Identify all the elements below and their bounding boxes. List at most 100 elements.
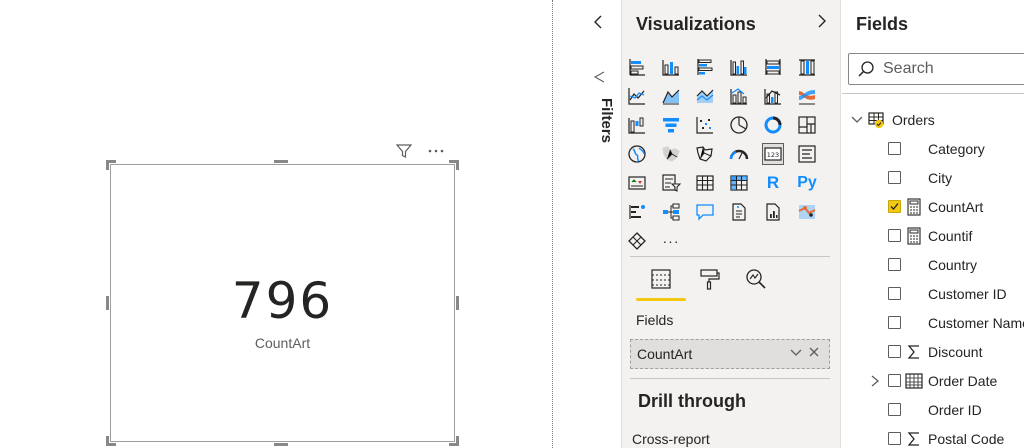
line-and-stacked-column-chart-icon[interactable] bbox=[728, 85, 750, 107]
chevron-down-icon[interactable] bbox=[850, 113, 864, 130]
resize-handle-bottom[interactable] bbox=[274, 443, 288, 446]
field-label: Country bbox=[928, 257, 978, 273]
line-and-clustered-column-chart-icon[interactable] bbox=[762, 85, 784, 107]
field-label: Customer ID bbox=[928, 286, 1007, 302]
field-well-value: CountArt bbox=[637, 346, 693, 362]
funnel-chart-icon[interactable] bbox=[660, 114, 682, 136]
qna-icon[interactable] bbox=[694, 201, 716, 223]
card-visual-type-icon[interactable]: 123 bbox=[762, 143, 784, 165]
filters-pane-collapsed[interactable]: Filters bbox=[579, 0, 619, 448]
kpi-icon[interactable] bbox=[626, 172, 648, 194]
resize-handle-bottom-right-h[interactable] bbox=[449, 443, 459, 446]
fields-well-label: Fields bbox=[636, 312, 674, 328]
field-row[interactable]: City bbox=[842, 165, 1024, 191]
field-checkbox[interactable] bbox=[888, 142, 901, 155]
field-checkbox[interactable] bbox=[888, 403, 901, 416]
field-row[interactable]: Customer ID bbox=[842, 281, 1024, 307]
filter-icon[interactable] bbox=[394, 141, 414, 161]
scatter-chart-icon[interactable] bbox=[694, 114, 716, 136]
field-checkbox[interactable] bbox=[888, 432, 901, 445]
smart-narrative-icon[interactable] bbox=[728, 201, 750, 223]
table-node-orders[interactable]: Orders bbox=[842, 107, 1024, 133]
field-checkbox[interactable] bbox=[888, 345, 901, 358]
pie-chart-icon[interactable] bbox=[728, 114, 750, 136]
field-row[interactable]: Order Date bbox=[842, 368, 1024, 394]
more-visuals-icon[interactable]: ··· bbox=[660, 230, 682, 252]
field-label: Discount bbox=[928, 344, 983, 360]
100-stacked-bar-chart-icon[interactable] bbox=[762, 56, 784, 78]
cross-report-label: Cross-report bbox=[632, 431, 710, 447]
report-canvas[interactable]: 796 CountArt bbox=[0, 0, 552, 448]
field-row[interactable]: Discount bbox=[842, 339, 1024, 365]
stacked-area-chart-icon[interactable] bbox=[694, 85, 716, 107]
field-checkbox[interactable] bbox=[888, 258, 901, 271]
field-checkbox[interactable] bbox=[888, 171, 901, 184]
filled-map-icon[interactable] bbox=[660, 143, 682, 165]
field-row[interactable]: Postal Code bbox=[842, 426, 1024, 448]
chevron-down-icon[interactable] bbox=[789, 346, 803, 363]
filters-label[interactable]: Filters bbox=[585, 98, 615, 158]
search-input[interactable]: Search bbox=[848, 53, 1024, 85]
clustered-bar-chart-icon[interactable] bbox=[694, 56, 716, 78]
field-row[interactable]: Customer Name bbox=[842, 310, 1024, 336]
stacked-column-chart-icon[interactable] bbox=[660, 56, 682, 78]
format-tab-icon[interactable] bbox=[696, 266, 722, 292]
resize-handle-top-left-v[interactable] bbox=[106, 160, 109, 170]
treemap-icon[interactable] bbox=[796, 114, 818, 136]
stacked-bar-chart-icon[interactable] bbox=[626, 56, 648, 78]
resize-handle-right[interactable] bbox=[456, 296, 459, 310]
shape-map-icon[interactable] bbox=[694, 143, 716, 165]
100-stacked-column-chart-icon[interactable] bbox=[796, 56, 818, 78]
matrix-icon[interactable] bbox=[728, 172, 750, 194]
field-row[interactable]: Countif bbox=[842, 223, 1024, 249]
decomposition-tree-icon[interactable] bbox=[660, 201, 682, 223]
fields-title: Fields bbox=[856, 14, 909, 34]
search-placeholder: Search bbox=[883, 60, 934, 77]
key-influencers-icon[interactable] bbox=[626, 201, 648, 223]
analytics-tab-icon[interactable] bbox=[743, 266, 769, 292]
map-icon[interactable] bbox=[626, 143, 648, 165]
donut-chart-icon[interactable] bbox=[762, 114, 784, 136]
calculator-icon bbox=[904, 197, 924, 217]
field-row[interactable]: Order ID bbox=[842, 397, 1024, 423]
clustered-column-chart-icon[interactable] bbox=[728, 56, 750, 78]
field-label: Customer Name bbox=[928, 315, 1024, 331]
field-checkbox[interactable] bbox=[888, 229, 901, 242]
azure-map-icon[interactable] bbox=[796, 201, 818, 223]
field-checkbox[interactable] bbox=[888, 287, 901, 300]
resize-handle-bottom-left-h[interactable] bbox=[106, 443, 116, 446]
r-script-visual-icon[interactable]: R bbox=[762, 172, 784, 194]
python-visual-icon[interactable]: Py bbox=[796, 172, 818, 194]
field-row[interactable]: CountArt bbox=[842, 194, 1024, 220]
visual-header bbox=[394, 141, 446, 161]
multi-row-card-icon[interactable] bbox=[796, 143, 818, 165]
power-apps-icon[interactable] bbox=[626, 230, 648, 252]
table-icon[interactable] bbox=[694, 172, 716, 194]
funnel-icon bbox=[592, 70, 608, 86]
gauge-icon[interactable] bbox=[728, 143, 750, 165]
field-label: Order Date bbox=[928, 373, 998, 389]
paginated-report-icon[interactable] bbox=[762, 201, 784, 223]
field-checkbox[interactable] bbox=[888, 200, 901, 213]
area-chart-icon[interactable] bbox=[660, 85, 682, 107]
chevron-left-icon[interactable] bbox=[591, 14, 607, 30]
more-options-icon[interactable] bbox=[426, 141, 446, 161]
field-checkbox[interactable] bbox=[888, 374, 901, 387]
fields-tab-icon[interactable] bbox=[648, 266, 674, 292]
field-row[interactable]: Category bbox=[842, 136, 1024, 162]
field-well[interactable]: CountArt bbox=[630, 339, 830, 369]
waterfall-chart-icon[interactable] bbox=[626, 114, 648, 136]
chevron-right-icon[interactable] bbox=[815, 13, 829, 34]
card-visual[interactable]: 796 CountArt bbox=[110, 164, 455, 442]
chevron-right-icon[interactable] bbox=[870, 374, 880, 391]
slicer-icon[interactable] bbox=[660, 172, 682, 194]
remove-field-icon[interactable] bbox=[807, 345, 821, 362]
resize-handle-top-right-v[interactable] bbox=[456, 160, 459, 170]
field-checkbox[interactable] bbox=[888, 316, 901, 329]
resize-handle-left[interactable] bbox=[106, 296, 109, 310]
resize-handle-top[interactable] bbox=[274, 160, 288, 163]
r-label: R bbox=[766, 173, 780, 192]
field-row[interactable]: Country bbox=[842, 252, 1024, 278]
ribbon-chart-icon[interactable] bbox=[796, 85, 818, 107]
line-chart-icon[interactable] bbox=[626, 85, 648, 107]
